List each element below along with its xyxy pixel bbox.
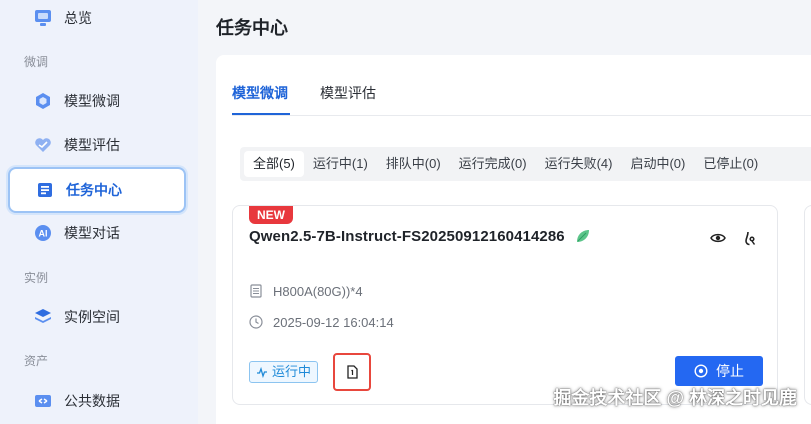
created-time-text: 2025-09-12 16:04:14: [273, 314, 394, 330]
task-center-icon: [36, 181, 54, 199]
task-card[interactable]: NEW Qwen2.5-7B-Instruct-FS20250912160414…: [232, 205, 778, 405]
watermark: 掘金技术社区 @ 林深之时见鹿: [553, 388, 797, 408]
sidebar-item-task-center[interactable]: 任务中心: [8, 167, 186, 213]
filter-running[interactable]: 运行中(1): [304, 151, 377, 177]
stop-icon: [694, 364, 708, 378]
sidebar-item-label: 任务中心: [66, 182, 122, 198]
eye-icon[interactable]: [709, 229, 727, 247]
model-eval-icon: [34, 136, 52, 154]
leaf-icon: [575, 228, 591, 249]
layers-icon: [34, 308, 52, 326]
stop-button[interactable]: 停止: [675, 356, 763, 386]
content-panel: 模型微调 模型评估 全部(5) 运行中(1) 排队中(0) 运行完成(0) 运行…: [216, 55, 811, 424]
section-title-assets: 资产: [24, 354, 49, 368]
dashboard-icon: [34, 9, 52, 27]
svg-text:AI: AI: [39, 229, 48, 239]
sidebar-item-instance-space[interactable]: 实例空间: [8, 296, 186, 338]
model-finetune-icon: [34, 92, 52, 110]
main-area: 任务中心 模型微调 模型评估 全部(5) 运行中(1) 排队中(0) 运行完成(…: [198, 0, 811, 424]
status-text: 运行中: [272, 364, 312, 379]
server-icon: [249, 283, 265, 299]
tabs-divider: [232, 115, 811, 116]
section-title-instance: 实例: [24, 271, 49, 285]
clock-icon: [249, 314, 265, 330]
filter-completed[interactable]: 运行完成(0): [450, 151, 536, 177]
sidebar-item-label: 公共数据: [64, 393, 120, 409]
sidebar-item-chat[interactable]: AI 模型对话: [8, 212, 186, 254]
sidebar: 总览 微调 模型微调 模型评估 任务中心 AI 模型对话 实例 实例空间 资产: [0, 0, 198, 424]
document-icon: [345, 365, 359, 379]
tab-model-finetune[interactable]: 模型微调: [232, 83, 288, 103]
filter-failed[interactable]: 运行失败(4): [536, 151, 622, 177]
status-filter-bar: 全部(5) 运行中(1) 排队中(0) 运行完成(0) 运行失败(4) 启动中(…: [240, 147, 811, 181]
sidebar-item-overview[interactable]: 总览: [8, 0, 186, 39]
sidebar-item-label: 实例空间: [64, 309, 120, 325]
public-data-icon: [34, 392, 52, 410]
log-button[interactable]: [333, 353, 371, 391]
created-time: 2025-09-12 16:04:14: [249, 314, 394, 330]
gpu-spec: H800A(80G))*4: [249, 283, 363, 299]
sidebar-item-label: 模型微调: [64, 93, 120, 109]
sidebar-item-label: 模型对话: [64, 225, 120, 241]
task-title: Qwen2.5-7B-Instruct-FS20250912160414286: [249, 228, 565, 245]
pulse-icon: [256, 366, 268, 378]
sidebar-item-label: 模型评估: [64, 137, 120, 153]
sidebar-item-public-data[interactable]: 公共数据: [8, 380, 186, 422]
tab-model-eval[interactable]: 模型评估: [320, 83, 376, 103]
gpu-spec-text: H800A(80G))*4: [273, 283, 363, 299]
chat-icon: AI: [34, 224, 52, 242]
page-title: 任务中心: [216, 18, 288, 38]
share-icon[interactable]: [741, 229, 759, 247]
status-badge: 运行中: [249, 361, 319, 383]
filter-all[interactable]: 全部(5): [244, 151, 304, 177]
sidebar-item-model-finetune[interactable]: 模型微调: [8, 80, 186, 122]
new-badge: NEW: [249, 206, 293, 224]
sidebar-item-model-eval[interactable]: 模型评估: [8, 124, 186, 166]
next-task-card[interactable]: [804, 205, 811, 405]
filter-stopped[interactable]: 已停止(0): [694, 151, 767, 177]
section-title-finetune: 微调: [24, 55, 49, 69]
stop-label: 停止: [716, 363, 744, 379]
filter-queued[interactable]: 排队中(0): [377, 151, 450, 177]
sidebar-item-label: 总览: [64, 10, 92, 26]
filter-starting[interactable]: 启动中(0): [621, 151, 694, 177]
